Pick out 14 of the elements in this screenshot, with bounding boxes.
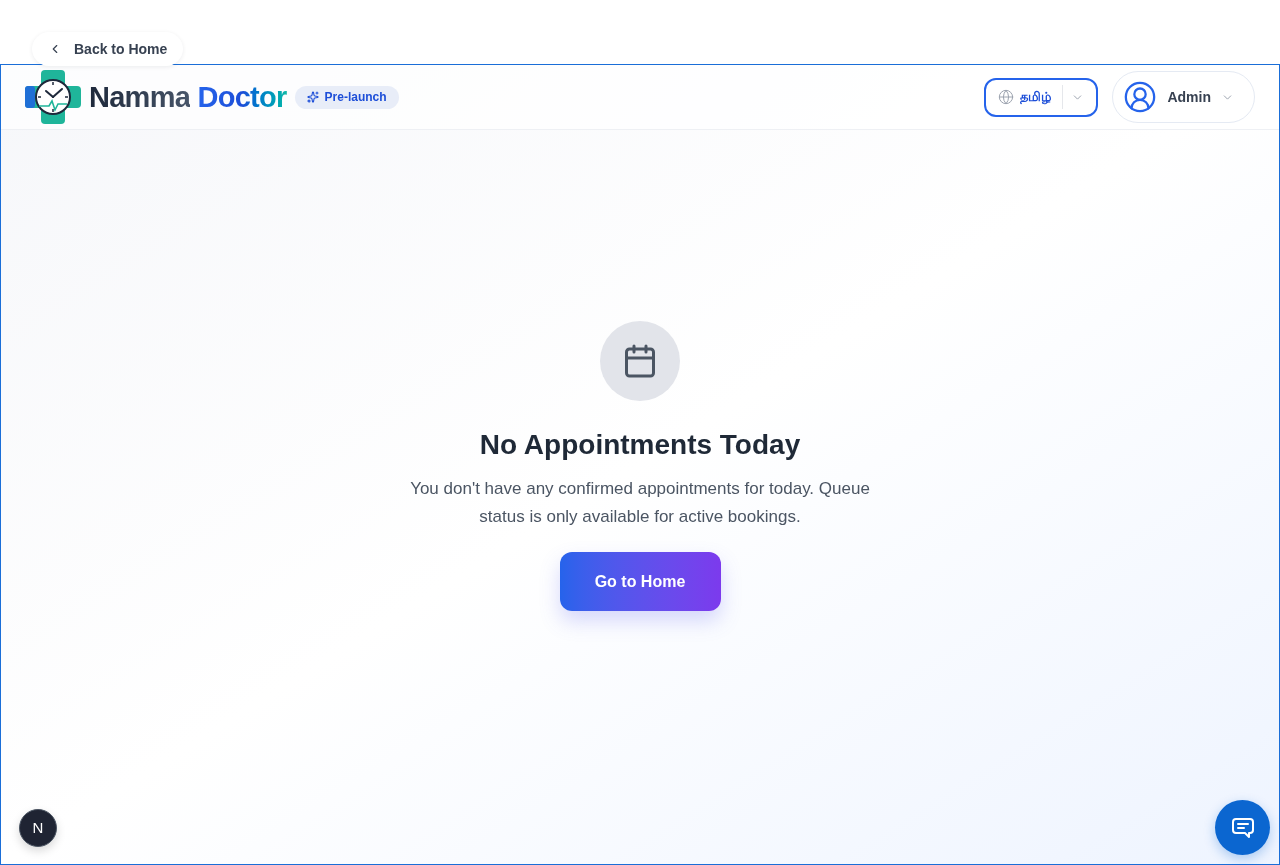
back-link[interactable]: Back to Home — [32, 32, 184, 66]
go-home-button[interactable]: Go to Home — [559, 552, 721, 611]
language-select[interactable]: தமிழ் — [984, 77, 1099, 117]
clock-cross-logo-icon — [25, 70, 81, 124]
pre-launch-badge: Pre-launch — [294, 85, 399, 109]
empty-state-message: You don't have any confirmed appointments for today. Queue status is only available for active bookings. — [409, 478, 871, 528]
message-icon — [1231, 817, 1254, 838]
chat-button[interactable] — [1215, 800, 1270, 855]
user-avatar-icon — [1123, 80, 1158, 114]
dev-indicator-badge[interactable]: N — [19, 809, 57, 847]
globe-icon — [998, 89, 1015, 105]
user-menu[interactable]: Admin — [1112, 71, 1255, 123]
empty-state-title: No Appointments Today — [479, 428, 801, 462]
sparkles-icon — [306, 91, 319, 103]
